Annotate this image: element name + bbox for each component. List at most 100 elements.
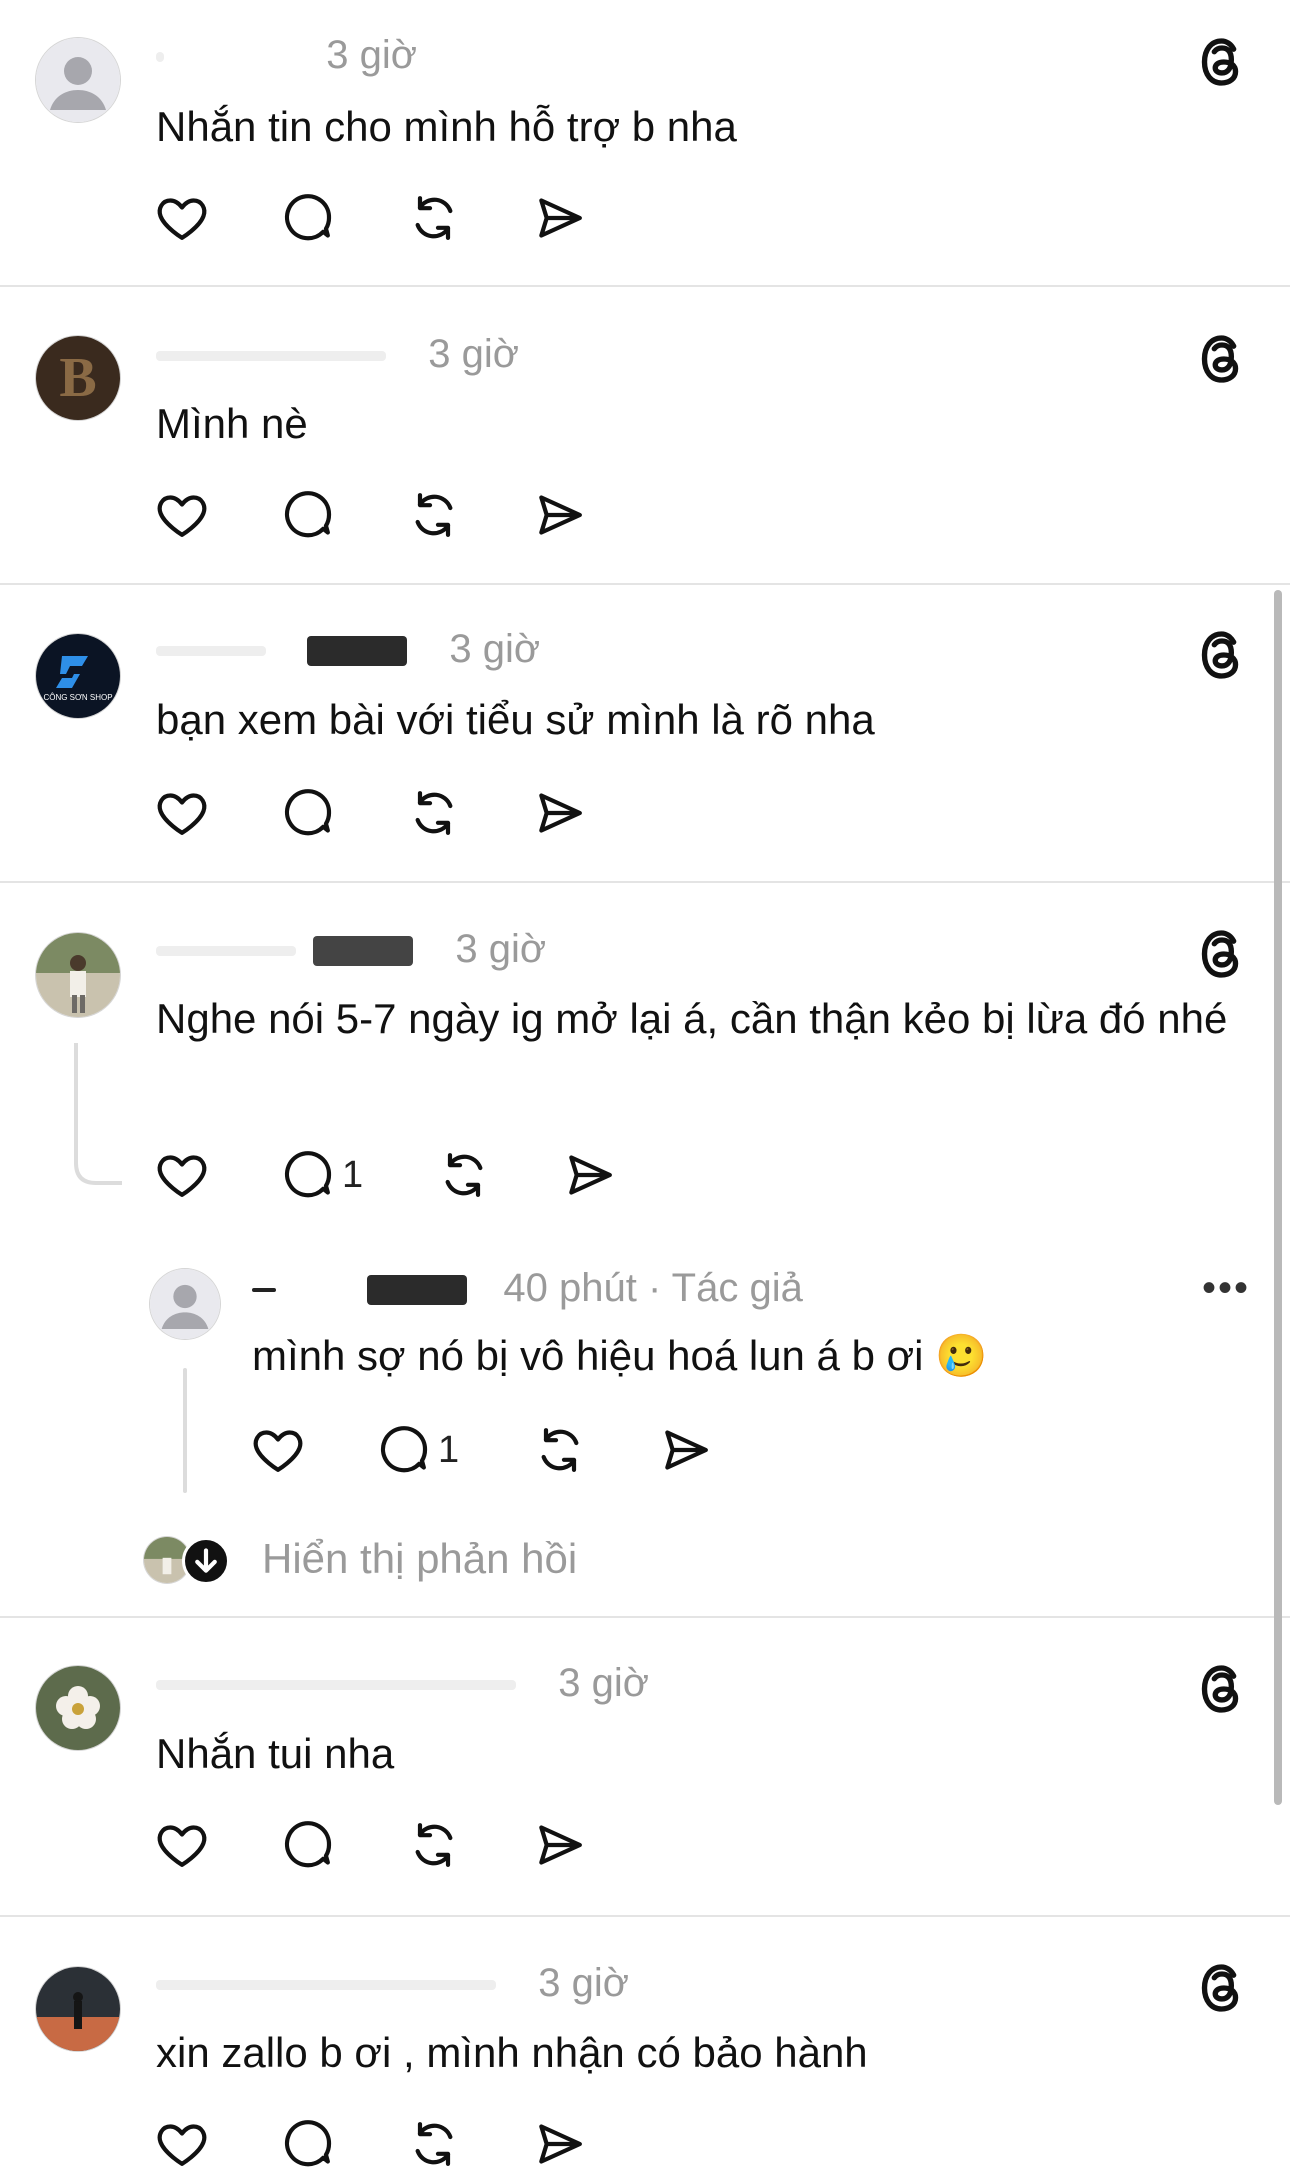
like-button[interactable] [154, 1815, 210, 1875]
blurred-username [156, 1980, 496, 1991]
comment-icon [280, 785, 336, 841]
like-button[interactable] [250, 1420, 306, 1480]
reply-avatar[interactable] [150, 1269, 220, 1339]
repost-button[interactable] [406, 188, 462, 248]
comment-meta: 3 giờ [156, 1661, 649, 1706]
repost-button[interactable] [406, 783, 462, 843]
comment-text: bạn xem bài với tiểu sử mình là rõ nha [156, 696, 875, 743]
avatar[interactable] [36, 1666, 120, 1750]
show-replies-row[interactable]: Hiển thị phản hồi [142, 1531, 742, 1591]
blurred-username [367, 1275, 468, 1306]
repost-icon [406, 190, 462, 246]
comment-5: 3 giờ Nhắn tui nha [0, 1618, 1290, 1916]
avatar[interactable] [36, 38, 120, 122]
comment-icon [280, 1817, 336, 1873]
share-button[interactable] [532, 2114, 588, 2174]
share-icon [532, 487, 588, 543]
reply-count: 1 [438, 1428, 460, 1471]
comment-button[interactable] [280, 783, 336, 843]
avatar[interactable]: CÔNG SƠN SHOP [36, 634, 120, 718]
like-button[interactable] [154, 783, 210, 843]
share-icon [532, 785, 588, 841]
show-replies-label: Hiển thị phản hồi [262, 1535, 578, 1582]
comment-icon [376, 1422, 432, 1478]
comment-4: 3 giờ Nghe nói 5-7 ngày ig mở lại á, cần… [0, 883, 1290, 1618]
avatar[interactable]: B [36, 336, 120, 420]
comment-text: Nhắn tui nha [156, 1730, 395, 1777]
comment-meta: 3 giờ [156, 627, 540, 672]
like-icon [250, 1422, 306, 1478]
blurred-username [156, 1680, 516, 1691]
repost-icon [532, 1422, 588, 1478]
flower-avatar-icon [36, 1666, 120, 1750]
comment-meta: 3 giờ [156, 332, 519, 377]
reply-meta: 40 phút · Tác giả [252, 1266, 803, 1311]
like-button[interactable] [154, 2114, 210, 2174]
threads-logo-icon[interactable] [1194, 331, 1250, 387]
timestamp: 3 giờ [326, 33, 417, 77]
shop-logo-avatar-icon: CÔNG SƠN SHOP [36, 634, 120, 718]
timestamp: 3 giờ [538, 1961, 629, 2005]
repost-button[interactable] [406, 485, 462, 545]
threads-logo-icon[interactable] [1194, 926, 1250, 982]
comment-text: Nhắn tin cho mình hỗ trợ b nha [156, 103, 737, 150]
share-button[interactable] [658, 1420, 714, 1480]
comment-button[interactable] [280, 2114, 336, 2174]
timestamp: 3 giờ [449, 627, 541, 671]
scrollbar[interactable] [1274, 590, 1282, 1805]
comment-icon [280, 1147, 336, 1203]
share-icon [532, 190, 588, 246]
comment-meta: 3 giờ [156, 33, 417, 78]
repost-button[interactable] [406, 1815, 462, 1875]
like-icon [154, 1817, 210, 1873]
default-avatar-icon [36, 38, 120, 122]
comment-1: 3 giờ Nhắn tin cho mình hỗ trợ b nha [0, 0, 1290, 288]
share-icon [532, 1817, 588, 1873]
photo-avatar-icon [36, 933, 120, 1017]
blurred-username [307, 636, 408, 667]
comment-icon [280, 487, 336, 543]
landscape-avatar-icon [36, 1967, 120, 2051]
like-icon [154, 487, 210, 543]
comment-button[interactable]: 1 [376, 1420, 459, 1480]
comment-meta: 3 giờ [156, 927, 546, 972]
comment-button[interactable]: 1 [280, 1145, 363, 1205]
default-avatar-icon [150, 1269, 220, 1339]
arrow-down-badge [182, 1537, 230, 1585]
author-tag: · Tác giả [647, 1266, 803, 1310]
reply-thread-line [183, 1368, 187, 1493]
threads-logo-icon[interactable] [1194, 1960, 1250, 2016]
comment-button[interactable] [280, 188, 336, 248]
comment-button[interactable] [280, 485, 336, 545]
comment-button[interactable] [280, 1815, 336, 1875]
repost-icon [406, 487, 462, 543]
divider [0, 285, 1290, 287]
svg-text:B: B [59, 347, 96, 409]
like-icon [154, 785, 210, 841]
avatar[interactable] [36, 933, 120, 1017]
blurred-username [156, 646, 266, 657]
timestamp: 3 giờ [455, 927, 547, 971]
repost-button[interactable] [532, 1420, 588, 1480]
more-options-button[interactable]: ••• [1202, 1266, 1250, 1311]
threads-logo-icon[interactable] [1194, 1661, 1250, 1717]
share-button[interactable] [562, 1145, 618, 1205]
like-button[interactable] [154, 485, 210, 545]
avatar[interactable] [36, 1967, 120, 2051]
share-button[interactable] [532, 783, 588, 843]
timestamp: 3 giờ [558, 1661, 649, 1705]
letter-b-avatar-icon: B [36, 336, 120, 420]
repost-button[interactable] [406, 2114, 462, 2174]
share-button[interactable] [532, 485, 588, 545]
comment-2: B 3 giờ Mình nè [0, 288, 1290, 585]
like-button[interactable] [154, 188, 210, 248]
share-button[interactable] [532, 188, 588, 248]
share-icon [562, 1147, 618, 1203]
blurred-username [156, 351, 386, 362]
threads-logo-icon[interactable] [1194, 34, 1250, 90]
repost-button[interactable] [436, 1145, 492, 1205]
threads-logo-icon[interactable] [1194, 627, 1250, 683]
like-button[interactable] [154, 1145, 210, 1205]
arrow-down-icon [195, 1548, 217, 1573]
share-button[interactable] [532, 1815, 588, 1875]
